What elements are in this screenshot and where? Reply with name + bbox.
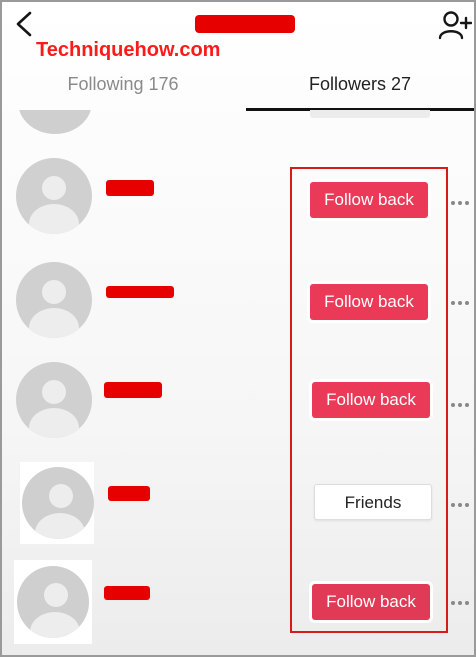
page-title-redacted <box>195 15 295 33</box>
username-redacted[interactable] <box>108 486 150 501</box>
avatar-placeholder-head <box>42 176 66 200</box>
avatar-placeholder-circle <box>17 566 89 638</box>
avatar-placeholder-body <box>29 308 79 338</box>
watermark-text: Techniquehow.com <box>36 39 221 61</box>
more-options-icon[interactable] <box>450 198 474 208</box>
avatar[interactable] <box>20 462 94 544</box>
avatar-placeholder-body <box>30 612 80 638</box>
chevron-left-icon[interactable] <box>12 10 38 38</box>
avatar-placeholder-head <box>42 380 66 404</box>
list-item[interactable]: Friends <box>2 462 474 558</box>
more-options-icon[interactable] <box>450 400 474 410</box>
avatar-placeholder-body <box>29 408 79 438</box>
follow-back-button[interactable]: Follow back <box>310 182 428 218</box>
follow-back-button[interactable]: Follow back <box>310 284 428 320</box>
avatar-placeholder-body <box>35 513 85 539</box>
username-redacted[interactable] <box>104 382 162 398</box>
username-redacted[interactable] <box>106 286 174 298</box>
tab-bar: Following 176 Followers 27 <box>2 64 474 112</box>
add-user-icon[interactable] <box>438 10 472 40</box>
avatar-placeholder-head <box>42 280 66 304</box>
username-redacted[interactable] <box>106 180 154 196</box>
screenshot-frame: Techniquehow.com Following 176 Followers… <box>0 0 476 657</box>
partial-action-button <box>310 110 430 118</box>
avatar[interactable] <box>16 362 92 438</box>
more-options-icon[interactable] <box>450 298 474 308</box>
more-options-icon[interactable] <box>450 500 474 510</box>
list-item[interactable]: Follow back <box>2 158 474 254</box>
username-redacted[interactable] <box>104 586 150 600</box>
tab-following[interactable]: Following 176 <box>2 64 244 108</box>
avatar-placeholder-head <box>44 583 68 607</box>
avatar[interactable] <box>16 158 92 234</box>
avatar-placeholder-body <box>29 204 79 234</box>
avatar-placeholder-circle <box>22 467 94 539</box>
avatar[interactable] <box>16 262 92 338</box>
list-item[interactable]: Follow back <box>2 362 474 458</box>
avatar-placeholder-head <box>49 484 73 508</box>
avatar <box>18 110 92 134</box>
list-item-partial <box>2 110 474 140</box>
more-options-icon[interactable] <box>450 598 474 608</box>
follow-back-button[interactable]: Follow back <box>312 382 430 418</box>
avatar[interactable] <box>14 560 92 644</box>
list-item[interactable]: Follow back <box>2 262 474 358</box>
list-item[interactable]: Follow back <box>2 560 474 655</box>
follow-back-button[interactable]: Follow back <box>312 584 430 620</box>
friends-button[interactable]: Friends <box>314 484 432 520</box>
tab-followers[interactable]: Followers 27 <box>246 64 474 108</box>
